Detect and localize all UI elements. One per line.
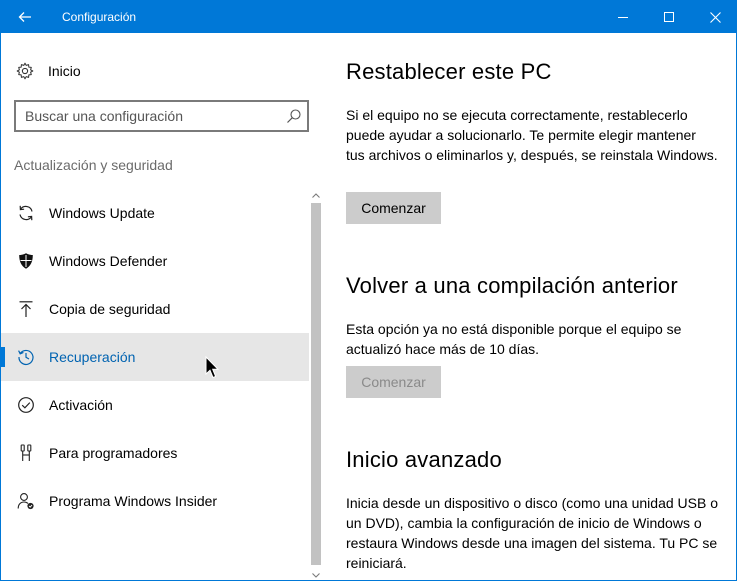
search-icon[interactable] xyxy=(286,108,302,124)
maximize-button[interactable] xyxy=(646,1,692,33)
section-title-rollback: Volver a una compilación anterior xyxy=(346,273,678,298)
search-input[interactable] xyxy=(16,102,276,130)
sidebar-item-recuperacion[interactable]: Recuperación xyxy=(1,333,309,381)
sidebar: Inicio Actualización y seguridad xyxy=(1,33,323,580)
shield-icon xyxy=(16,251,36,271)
sidebar-item-copia-de-seguridad[interactable]: Copia de seguridad xyxy=(1,285,309,333)
sidebar-scrollbar[interactable] xyxy=(309,188,323,580)
nav-list: Windows Update Windows Defender Copia de… xyxy=(1,189,309,525)
sidebar-item-label: Recuperación xyxy=(49,349,136,365)
gear-icon xyxy=(15,61,35,81)
section-text-reset: Si el equipo no se ejecuta correctamente… xyxy=(346,107,718,163)
scroll-up-button[interactable] xyxy=(309,188,323,202)
upload-arrow-icon xyxy=(16,299,36,319)
sidebar-item-para-programadores[interactable]: Para programadores xyxy=(1,429,309,477)
sidebar-item-label: Activación xyxy=(49,397,113,413)
settings-window: Configuración Inicio Buscar una configur… xyxy=(0,0,737,581)
chevron-down-icon xyxy=(312,572,320,578)
maximize-icon xyxy=(664,12,674,22)
section-text-advanced-startup: Inicia desde un dispositivo o disco (com… xyxy=(346,495,718,571)
section-label: Actualización y seguridad xyxy=(14,157,173,173)
rollback-start-button[interactable]: Comenzar xyxy=(346,366,441,398)
section-text-rollback: Esta opción ya no está disponible porque… xyxy=(346,321,682,357)
sidebar-item-label: Windows Defender xyxy=(49,253,168,269)
close-button[interactable] xyxy=(692,1,736,33)
sidebar-item-label: Para programadores xyxy=(49,445,178,461)
chevron-up-icon xyxy=(312,192,320,198)
home-link[interactable]: Inicio xyxy=(15,59,81,83)
sidebar-item-activacion[interactable]: Activación xyxy=(1,381,309,429)
back-arrow-icon xyxy=(18,12,31,22)
check-circle-icon xyxy=(16,395,36,415)
selection-indicator xyxy=(1,347,5,367)
section-title-advanced-startup: Inicio avanzado xyxy=(346,447,502,472)
developer-tools-icon xyxy=(16,443,36,463)
title-bar: Configuración xyxy=(1,1,736,33)
sidebar-item-windows-defender[interactable]: Windows Defender xyxy=(1,237,309,285)
sidebar-item-label: Windows Update xyxy=(49,205,155,221)
sidebar-item-label: Programa Windows Insider xyxy=(49,493,218,509)
minimize-icon xyxy=(618,17,628,18)
reset-start-button[interactable]: Comenzar xyxy=(346,192,441,224)
search-box[interactable] xyxy=(14,100,309,132)
sidebar-item-label: Copia de seguridad xyxy=(49,301,171,317)
close-icon xyxy=(709,11,721,23)
scroll-thumb[interactable] xyxy=(311,203,321,565)
window-title: Configuración xyxy=(62,10,137,24)
sidebar-item-programa-windows-insider[interactable]: Programa Windows Insider xyxy=(1,477,309,525)
back-button[interactable] xyxy=(1,1,49,33)
insider-person-icon xyxy=(16,491,36,511)
history-icon xyxy=(16,347,36,367)
sidebar-item-windows-update[interactable]: Windows Update xyxy=(1,189,309,237)
section-title-reset: Restablecer este PC xyxy=(346,59,552,84)
scroll-down-button[interactable] xyxy=(309,568,323,580)
home-label: Inicio xyxy=(48,63,81,79)
minimize-button[interactable] xyxy=(600,1,646,33)
mouse-cursor-icon xyxy=(205,356,220,379)
sync-icon xyxy=(16,203,36,223)
